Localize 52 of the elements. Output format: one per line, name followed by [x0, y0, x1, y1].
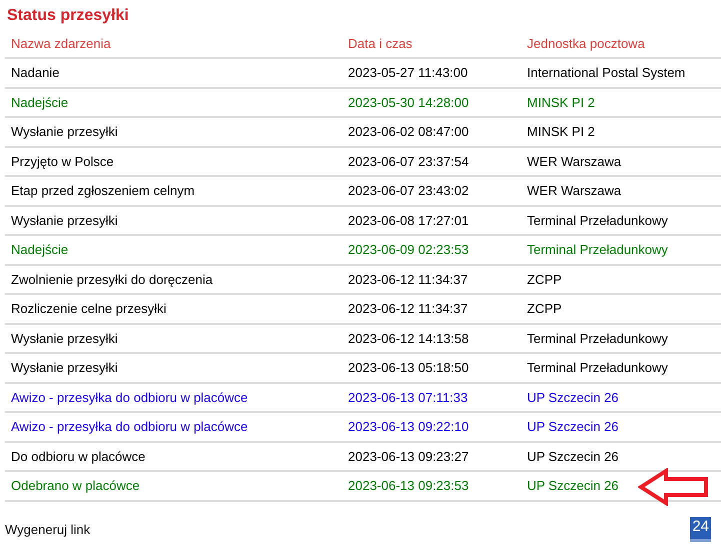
calendar-badge-icon[interactable]: 24	[690, 517, 711, 542]
table-cell: UP Szczecin 26	[521, 471, 721, 500]
table-cell: 2023-06-13 07:11:33	[342, 382, 521, 412]
table-cell: Wysłanie przesyłki	[5, 206, 342, 235]
table-cell: MINSK PI 2	[521, 88, 721, 117]
table-cell: 2023-06-09 02:23:53	[342, 235, 521, 264]
table-cell: 2023-05-27 11:43:00	[342, 58, 521, 88]
table-cell: UP Szczecin 26	[521, 442, 721, 471]
table-cell: 2023-06-12 14:13:58	[342, 324, 521, 353]
table-cell: MINSK PI 2	[521, 117, 721, 146]
table-cell: Rozliczenie celne przesyłki	[5, 294, 342, 324]
column-header: Data i czas	[342, 29, 521, 58]
table-cell: Nadejście	[5, 235, 342, 264]
table-cell: ZCPP	[521, 294, 721, 324]
table-cell: Nadejście	[5, 88, 342, 117]
table-cell: 2023-06-13 09:23:27	[342, 442, 521, 471]
table-cell: UP Szczecin 26	[521, 412, 721, 442]
table-cell: ZCPP	[521, 264, 721, 294]
table-cell: 2023-06-13 05:18:50	[342, 353, 521, 382]
table-cell: Do odbioru w placówce	[5, 442, 342, 471]
table-cell: Odebrano w placówce	[5, 471, 342, 500]
table-cell: Przyjęto w Polsce	[5, 146, 342, 176]
table-cell: Terminal Przeładunkowy	[521, 324, 721, 353]
table-cell: Wysłanie przesyłki	[5, 324, 342, 353]
table-cell: Awizo - przesyłka do odbioru w placówce	[5, 412, 342, 442]
column-header: Nazwa zdarzenia	[5, 29, 342, 58]
table-cell: Terminal Przeładunkowy	[521, 206, 721, 235]
arrow-annotation	[638, 468, 710, 506]
table-cell: 2023-06-07 23:43:02	[342, 176, 521, 206]
table-cell: 2023-06-07 23:37:54	[342, 146, 521, 176]
table-cell: Nadanie	[5, 58, 342, 88]
table-cell: WER Warszawa	[521, 176, 721, 206]
table-cell: Awizo - przesyłka do odbioru w placówce	[5, 382, 342, 412]
table-cell: 2023-06-13 09:22:10	[342, 412, 521, 442]
table-cell: Wysłanie przesyłki	[5, 353, 342, 382]
table-cell: Terminal Przeładunkowy	[521, 235, 721, 264]
table-cell: Terminal Przeładunkowy	[521, 353, 721, 382]
table-cell: Zwolnienie przesyłki do doręczenia	[5, 264, 342, 294]
section-title: Status przesyłki	[6, 6, 130, 26]
table-cell: Etap przed zgłoszeniem celnym	[5, 176, 342, 206]
table-cell: 2023-06-12 11:34:37	[342, 294, 521, 324]
table-cell: International Postal System	[521, 58, 721, 88]
table-cell: Wysłanie przesyłki	[5, 117, 342, 146]
table-cell: UP Szczecin 26	[521, 382, 721, 412]
table-cell: 2023-06-08 17:27:01	[342, 206, 521, 235]
column-header: Jednostka pocztowa	[521, 29, 721, 58]
table-cell: WER Warszawa	[521, 146, 721, 176]
generate-link[interactable]: Wygeneruj link	[5, 522, 90, 537]
table-cell: 2023-06-02 08:47:00	[342, 117, 521, 146]
table-cell: 2023-05-30 14:28:00	[342, 88, 521, 117]
table-cell: 2023-06-12 11:34:37	[342, 264, 521, 294]
table-cell: 2023-06-13 09:23:53	[342, 471, 521, 500]
